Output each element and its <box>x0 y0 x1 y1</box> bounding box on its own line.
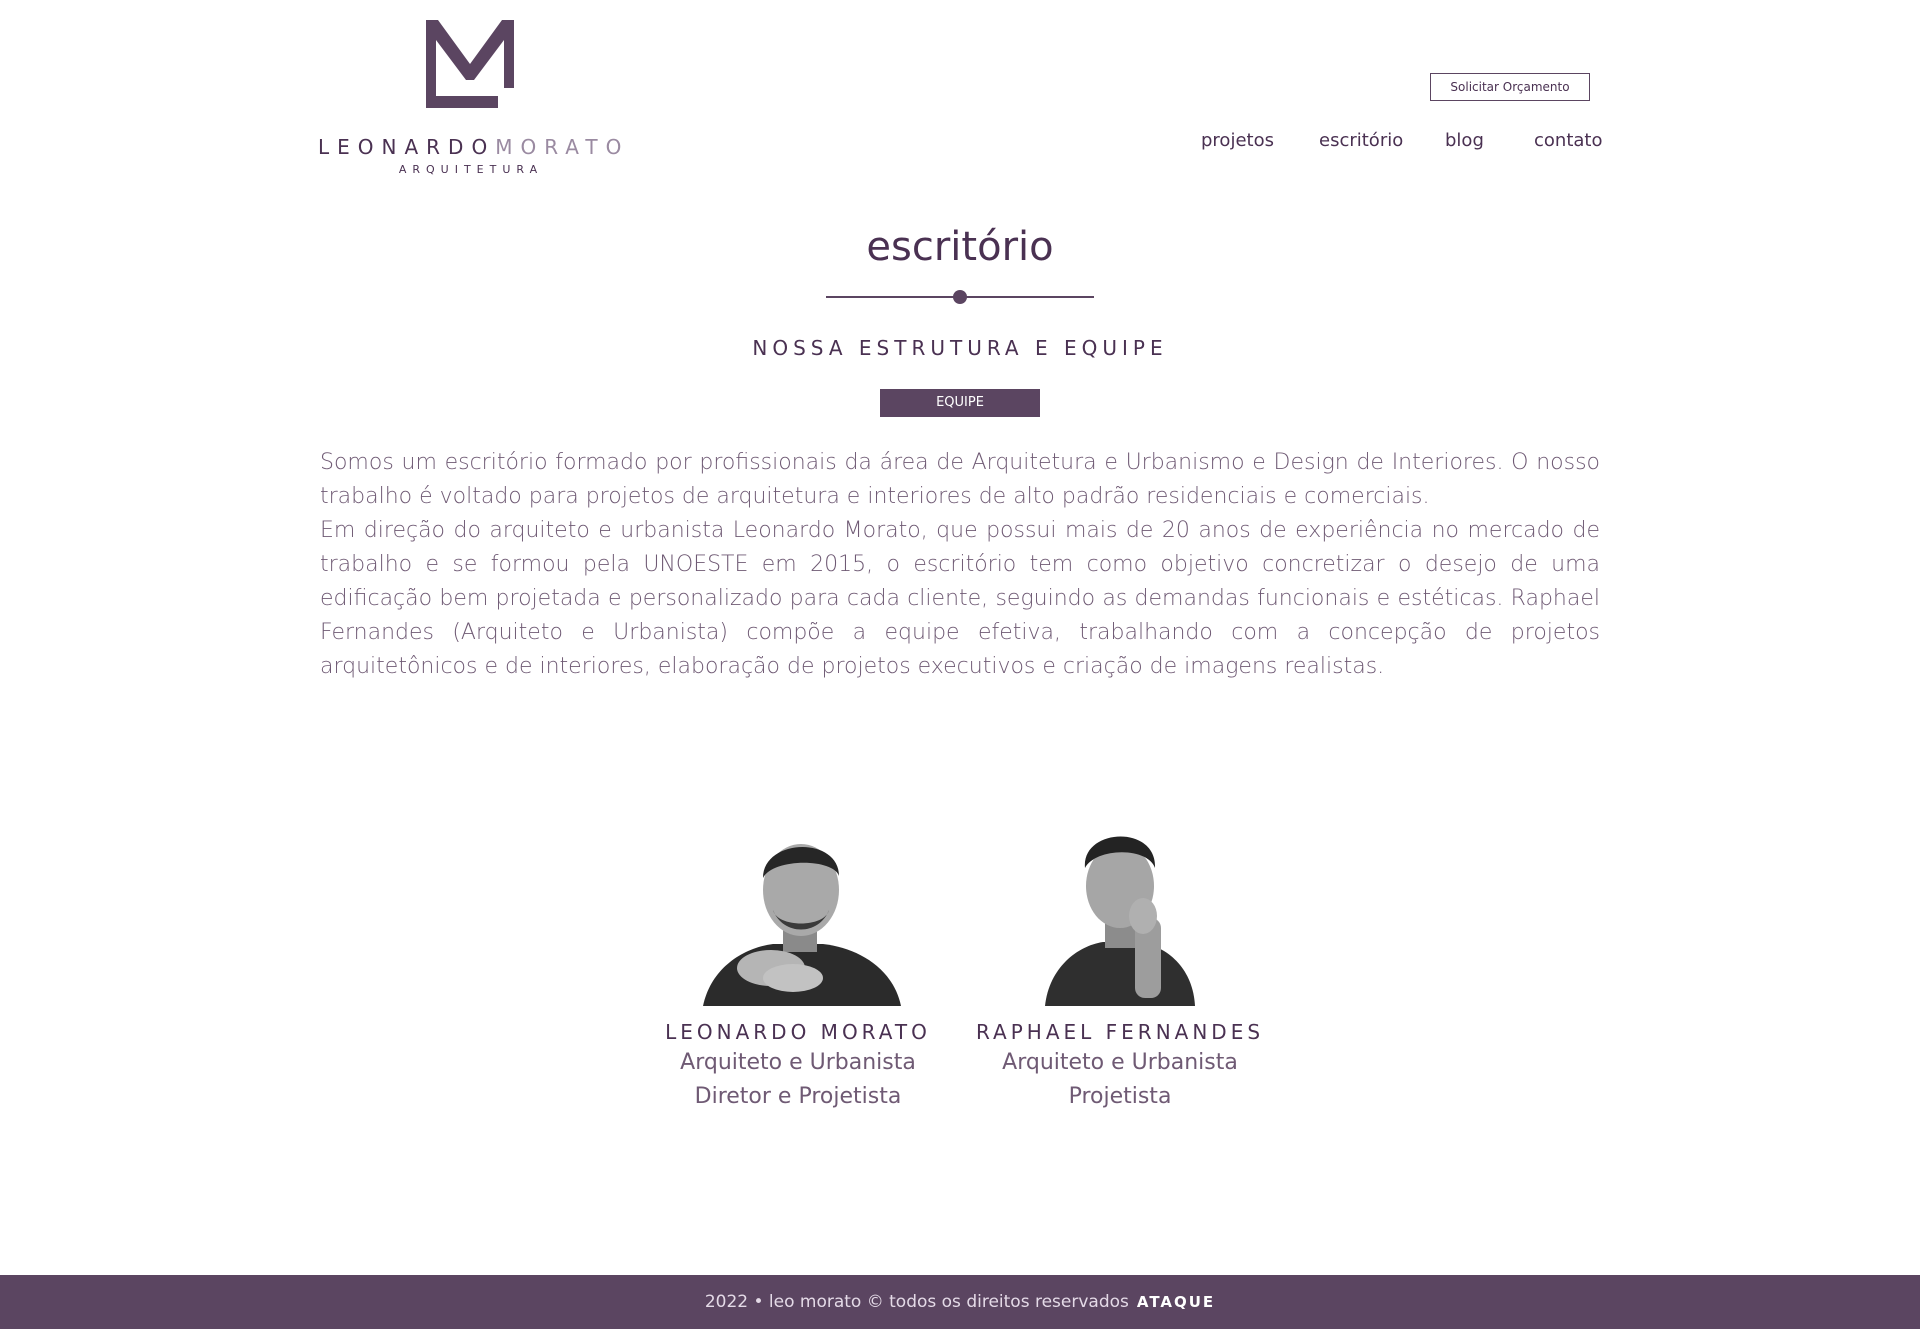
team-member-leonardo: LEONARDO MORATO Arquiteto e Urbanista Di… <box>648 818 948 1114</box>
equipe-tag-button[interactable]: EQUIPE <box>880 389 1040 417</box>
divider-dot <box>953 290 967 304</box>
nav-escritorio[interactable]: escritório <box>1319 130 1403 151</box>
nav-contato[interactable]: contato <box>1534 130 1602 151</box>
request-quote-button[interactable]: Solicitar Orçamento <box>1430 73 1590 101</box>
footer: 2022 • leo morato © todos os direitos re… <box>0 1275 1920 1329</box>
title-divider <box>826 289 1094 305</box>
brand-logo[interactable]: LEONARDOMORATO ARQUITETURA <box>318 18 624 178</box>
team-member-raphael: RAPHAEL FERNANDES Arquiteto e Urbanista … <box>970 818 1270 1114</box>
brand-name: LEONARDOMORATO <box>318 135 624 159</box>
team-member-role: Arquiteto e Urbanista <box>680 1050 916 1075</box>
brand-name-last: MORATO <box>495 135 630 159</box>
leonardo-photo <box>693 818 903 1006</box>
brand-subtitle: ARQUITETURA <box>398 163 544 176</box>
intro-paragraph-2: Em direção do arquiteto e urbanista Leon… <box>320 518 1600 679</box>
brand-name-first: LEONARDO <box>318 135 496 159</box>
intro-paragraph-1: Somos um escritório formado por profissi… <box>320 450 1600 509</box>
raphael-photo <box>1015 818 1225 1006</box>
team-member-name: LEONARDO MORATO <box>665 1020 931 1044</box>
team-member-role: Arquiteto e Urbanista <box>1002 1050 1238 1075</box>
footer-agency-link[interactable]: ATAQUE <box>1137 1293 1215 1311</box>
team-member-name: RAPHAEL FERNANDES <box>975 1020 1265 1044</box>
lm-monogram-icon <box>426 20 514 108</box>
nav-blog[interactable]: blog <box>1445 130 1484 151</box>
footer-copyright: 2022 • leo morato © todos os direitos re… <box>704 1292 1129 1312</box>
team-member-position: Diretor e Projetista <box>694 1084 902 1109</box>
intro-text: Somos um escritório formado por profissi… <box>320 446 1600 684</box>
team-member-position: Projetista <box>1068 1084 1172 1109</box>
page-title: escritório <box>866 224 1054 270</box>
section-subtitle: NOSSA ESTRUTURA E EQUIPE <box>752 336 1168 360</box>
nav-projetos[interactable]: projetos <box>1201 130 1274 151</box>
